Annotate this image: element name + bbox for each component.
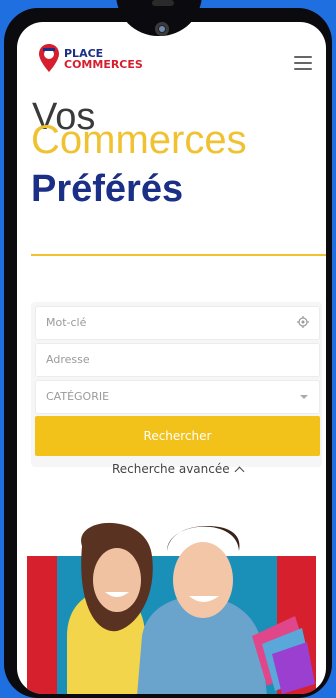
address-input[interactable]: Adresse — [35, 343, 320, 377]
logo-line-commerces: COMMERCES — [64, 58, 143, 71]
search-button[interactable]: Rechercher — [35, 416, 320, 456]
advanced-search-label: Recherche avancée — [112, 462, 230, 476]
address-placeholder: Adresse — [46, 353, 90, 366]
phone-speaker — [152, 0, 174, 6]
heading-divider — [31, 254, 326, 256]
hero-couple-shopping-image — [27, 522, 316, 694]
logo-text: PLACE COMMERCES — [64, 48, 143, 70]
keyword-input[interactable]: Mot-clé — [35, 306, 320, 340]
hero-heading-line2: Commerces — [31, 118, 247, 162]
keyword-placeholder: Mot-clé — [46, 316, 87, 329]
phone-screen: PLACE COMMERCES Vos Commerces Préférés M… — [17, 22, 326, 694]
hamburger-menu-icon[interactable] — [294, 56, 312, 74]
front-camera-icon — [155, 22, 169, 36]
chevron-up-icon — [234, 466, 245, 477]
category-select[interactable]: CATÉGORIE — [35, 380, 320, 414]
location-pin-logo-icon — [39, 44, 59, 72]
advanced-search-link[interactable]: Recherche avancée — [112, 462, 245, 477]
phone-frame: PLACE COMMERCES Vos Commerces Préférés M… — [4, 0, 332, 698]
geolocate-icon[interactable] — [297, 316, 309, 328]
hero-heading-line3: Préférés — [31, 168, 184, 210]
chevron-down-icon — [300, 395, 308, 399]
category-select-value: CATÉGORIE — [46, 390, 110, 403]
search-panel: Mot-clé Adresse CATÉGORIE Rechercher — [31, 302, 322, 467]
